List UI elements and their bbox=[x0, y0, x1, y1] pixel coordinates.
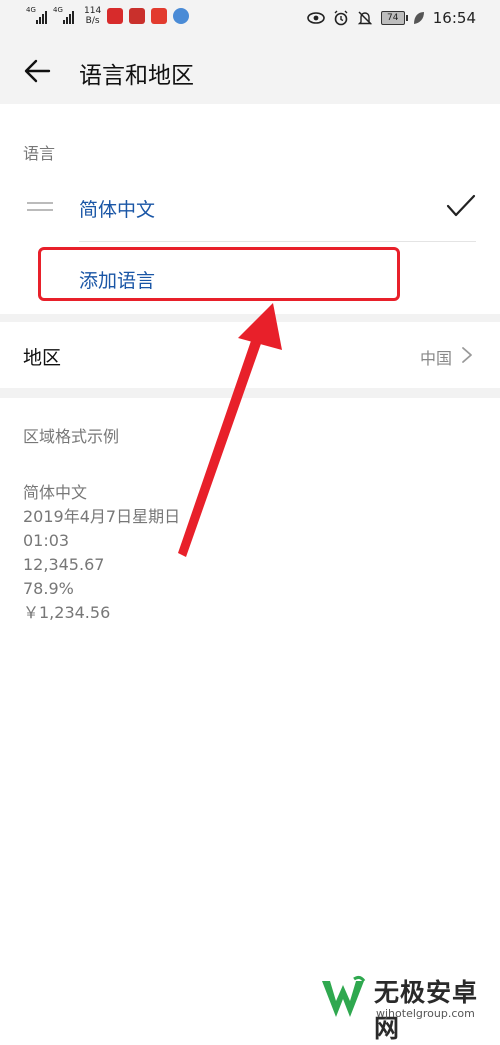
app-icon bbox=[173, 8, 190, 24]
network-speed: 114 B/s bbox=[84, 6, 102, 26]
language-name: 简体中文 bbox=[79, 199, 156, 221]
leaf-icon bbox=[413, 12, 424, 24]
region-value: 中国 bbox=[419, 349, 452, 368]
battery-icon: 74 bbox=[380, 11, 408, 25]
format-example-list: 简体中文 2019年4月7日星期日 01:03 12,345.67 78.9% … bbox=[23, 481, 180, 625]
format-example-line: ￥1,234.56 bbox=[23, 603, 111, 622]
checkmark-icon bbox=[446, 194, 476, 217]
app-icon bbox=[151, 8, 168, 24]
back-arrow-icon[interactable] bbox=[22, 56, 52, 86]
network-type: 4G bbox=[26, 6, 36, 14]
app-icon bbox=[129, 8, 146, 24]
signal-icon: 4G bbox=[53, 6, 74, 24]
region-row[interactable]: 地区 中国 bbox=[0, 322, 500, 388]
status-right: 74 16:54 bbox=[306, 9, 476, 27]
status-left: 4G 4G 114 B/s bbox=[26, 6, 190, 26]
format-example-line: 12,345.67 bbox=[23, 555, 105, 574]
eye-icon bbox=[306, 12, 325, 24]
drag-handle-icon[interactable] bbox=[27, 202, 53, 212]
page-title: 语言和地区 bbox=[79, 63, 194, 89]
chevron-right-icon bbox=[462, 347, 472, 363]
section-gap bbox=[0, 314, 500, 322]
watermark-url: wjhotelgroup.com bbox=[376, 1007, 475, 1020]
app-icon bbox=[107, 8, 124, 24]
section-label-language: 语言 bbox=[23, 144, 56, 163]
signal-icon: 4G bbox=[26, 6, 47, 24]
watermark-logo bbox=[322, 975, 366, 1017]
alarm-icon bbox=[334, 10, 348, 26]
format-example-line: 78.9% bbox=[23, 579, 74, 598]
app-bar: 语言和地区 bbox=[0, 38, 500, 104]
mute-icon bbox=[357, 11, 372, 25]
status-bar: 4G 4G 114 B/s 74 16:54 bbox=[0, 0, 500, 38]
format-example-line: 01:03 bbox=[23, 531, 70, 550]
section-label-format-example: 区域格式示例 bbox=[23, 427, 120, 446]
region-label: 地区 bbox=[23, 347, 62, 369]
section-gap bbox=[0, 388, 500, 398]
language-row[interactable]: 简体中文 bbox=[0, 175, 500, 241]
watermark: 无极安卓网 wjhotelgroup.com bbox=[318, 973, 500, 1043]
format-example-line: 简体中文 bbox=[23, 483, 88, 502]
network-type: 4G bbox=[53, 6, 63, 14]
clock: 16:54 bbox=[432, 9, 476, 27]
highlight-box bbox=[38, 247, 400, 301]
format-example-line: 2019年4月7日星期日 bbox=[23, 507, 181, 526]
